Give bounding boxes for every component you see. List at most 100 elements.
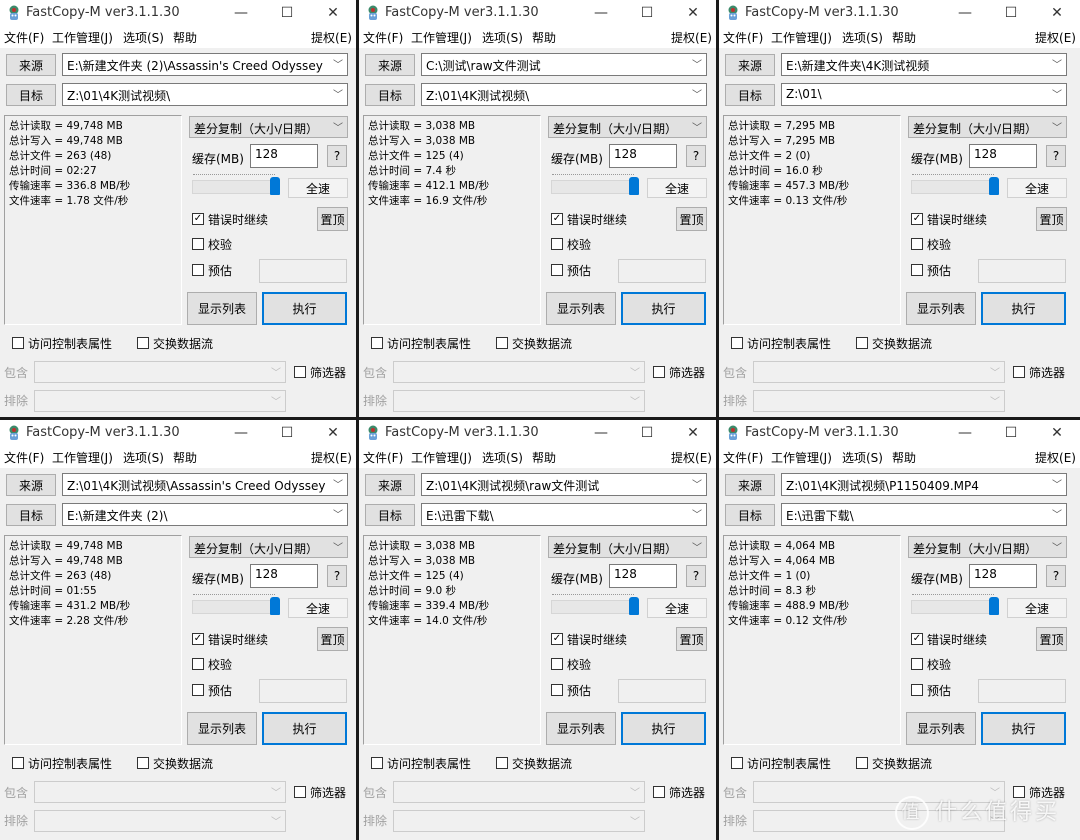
execute-button[interactable]: 执行 <box>262 292 347 325</box>
topmost-button[interactable]: 置顶 <box>317 207 348 231</box>
estimate-checkbox[interactable] <box>911 684 923 696</box>
help-button[interactable]: ? <box>686 565 706 587</box>
topmost-button[interactable]: 置顶 <box>1036 207 1067 231</box>
copy-mode-select[interactable]: 差分复制（大小/日期） ﹀ <box>189 536 348 558</box>
source-path-combo[interactable]: E:\新建文件夹 (2)\Assassin's Creed Odyssey ﹀ <box>62 53 348 76</box>
menu-help[interactable]: 帮助 <box>532 449 556 466</box>
alt-streams-checkbox[interactable] <box>137 337 149 349</box>
topmost-button[interactable]: 置顶 <box>317 627 348 651</box>
chevron-down-icon[interactable]: ﹀ <box>333 119 343 134</box>
source-button[interactable]: 来源 <box>6 54 56 76</box>
title-bar[interactable]: FastCopy-M ver3.1.1.30 — ☐ ✕ <box>719 0 1080 26</box>
topmost-button[interactable]: 置顶 <box>676 207 707 231</box>
show-list-button[interactable]: 显示列表 <box>187 712 257 745</box>
estimate-checkbox[interactable] <box>551 264 563 276</box>
menu-elevate[interactable]: 提权(E) <box>671 449 712 466</box>
acl-checkbox[interactable] <box>12 337 24 349</box>
menu-file[interactable]: 文件(F) <box>723 29 763 46</box>
full-speed-button[interactable]: 全速 <box>647 178 707 198</box>
close-button[interactable]: ✕ <box>1034 0 1080 26</box>
menu-options[interactable]: 选项(S) <box>482 29 523 46</box>
title-bar[interactable]: FastCopy-M ver3.1.1.30 — ☐ ✕ <box>0 420 356 446</box>
menu-elevate[interactable]: 提权(E) <box>1035 29 1076 46</box>
target-button[interactable]: 目标 <box>365 504 415 526</box>
speed-slider[interactable] <box>911 600 999 614</box>
source-path-combo[interactable]: Z:\01\4K测试视频\Assassin's Creed Odyssey ﹀ <box>62 473 348 496</box>
menu-file[interactable]: 文件(F) <box>363 29 403 46</box>
estimate-checkbox[interactable] <box>911 264 923 276</box>
help-button[interactable]: ? <box>1046 565 1066 587</box>
verify-checkbox[interactable] <box>551 238 563 250</box>
minimize-button[interactable]: — <box>578 0 624 26</box>
buffer-size-input[interactable]: 128 <box>250 564 318 588</box>
menu-job[interactable]: 工作管理(J) <box>52 29 113 46</box>
chevron-down-icon[interactable]: ﹀ <box>1052 86 1062 101</box>
chevron-down-icon[interactable]: ﹀ <box>1052 56 1062 71</box>
menu-job[interactable]: 工作管理(J) <box>411 29 472 46</box>
menu-elevate[interactable]: 提权(E) <box>311 449 352 466</box>
source-button[interactable]: 来源 <box>725 474 775 496</box>
menu-help[interactable]: 帮助 <box>532 29 556 46</box>
alt-streams-checkbox[interactable] <box>137 757 149 769</box>
source-path-combo[interactable]: Z:\01\4K测试视频\P1150409.MP4 ﹀ <box>781 473 1067 496</box>
verify-checkbox[interactable] <box>192 658 204 670</box>
buffer-size-input[interactable]: 128 <box>969 144 1037 168</box>
speed-slider[interactable] <box>911 180 999 194</box>
acl-checkbox[interactable] <box>371 757 383 769</box>
alt-streams-checkbox[interactable] <box>496 757 508 769</box>
source-button[interactable]: 来源 <box>365 54 415 76</box>
menu-options[interactable]: 选项(S) <box>842 449 883 466</box>
chevron-down-icon[interactable]: ﹀ <box>692 539 702 554</box>
continue-on-error-checkbox[interactable]: ✓ <box>551 633 563 645</box>
execute-button[interactable]: 执行 <box>981 292 1066 325</box>
verify-checkbox[interactable] <box>192 238 204 250</box>
buffer-size-input[interactable]: 128 <box>609 144 677 168</box>
help-button[interactable]: ? <box>327 565 347 587</box>
chevron-down-icon[interactable]: ﹀ <box>1052 539 1062 554</box>
menu-job[interactable]: 工作管理(J) <box>411 449 472 466</box>
menu-elevate[interactable]: 提权(E) <box>671 29 712 46</box>
show-list-button[interactable]: 显示列表 <box>546 712 616 745</box>
target-path-combo[interactable]: Z:\01\ ﹀ <box>781 83 1067 106</box>
chevron-down-icon[interactable]: ﹀ <box>1052 119 1062 134</box>
speed-slider[interactable] <box>192 600 280 614</box>
help-button[interactable]: ? <box>1046 145 1066 167</box>
continue-on-error-checkbox[interactable]: ✓ <box>911 213 923 225</box>
maximize-button[interactable]: ☐ <box>264 420 310 446</box>
acl-checkbox[interactable] <box>731 757 743 769</box>
minimize-button[interactable]: — <box>942 420 988 446</box>
chevron-down-icon[interactable]: ﹀ <box>692 86 702 101</box>
filter-checkbox[interactable] <box>1013 366 1025 378</box>
target-path-combo[interactable]: E:\迅雷下载\ ﹀ <box>421 503 707 526</box>
buffer-size-input[interactable]: 128 <box>250 144 318 168</box>
filter-checkbox[interactable] <box>294 786 306 798</box>
source-path-combo[interactable]: E:\新建文件夹\4K测试视频 ﹀ <box>781 53 1067 76</box>
speed-slider-thumb[interactable] <box>270 177 280 195</box>
title-bar[interactable]: FastCopy-M ver3.1.1.30 — ☐ ✕ <box>719 420 1080 446</box>
copy-mode-select[interactable]: 差分复制（大小/日期） ﹀ <box>908 116 1067 138</box>
close-button[interactable]: ✕ <box>670 420 716 446</box>
speed-slider-thumb[interactable] <box>629 597 639 615</box>
chevron-down-icon[interactable]: ﹀ <box>692 56 702 71</box>
topmost-button[interactable]: 置顶 <box>676 627 707 651</box>
continue-on-error-checkbox[interactable]: ✓ <box>551 213 563 225</box>
menu-options[interactable]: 选项(S) <box>482 449 523 466</box>
execute-button[interactable]: 执行 <box>621 712 706 745</box>
speed-slider-thumb[interactable] <box>989 177 999 195</box>
title-bar[interactable]: FastCopy-M ver3.1.1.30 — ☐ ✕ <box>359 0 716 26</box>
topmost-button[interactable]: 置顶 <box>1036 627 1067 651</box>
continue-on-error-checkbox[interactable]: ✓ <box>911 633 923 645</box>
show-list-button[interactable]: 显示列表 <box>187 292 257 325</box>
menu-file[interactable]: 文件(F) <box>723 449 763 466</box>
maximize-button[interactable]: ☐ <box>624 420 670 446</box>
minimize-button[interactable]: — <box>218 420 264 446</box>
target-button[interactable]: 目标 <box>6 84 56 106</box>
source-path-combo[interactable]: Z:\01\4K测试视频\raw文件测试 ﹀ <box>421 473 707 496</box>
execute-button[interactable]: 执行 <box>981 712 1066 745</box>
close-button[interactable]: ✕ <box>670 0 716 26</box>
chevron-down-icon[interactable]: ﹀ <box>692 506 702 521</box>
acl-checkbox[interactable] <box>371 337 383 349</box>
source-button[interactable]: 来源 <box>6 474 56 496</box>
maximize-button[interactable]: ☐ <box>988 0 1034 26</box>
alt-streams-checkbox[interactable] <box>856 757 868 769</box>
